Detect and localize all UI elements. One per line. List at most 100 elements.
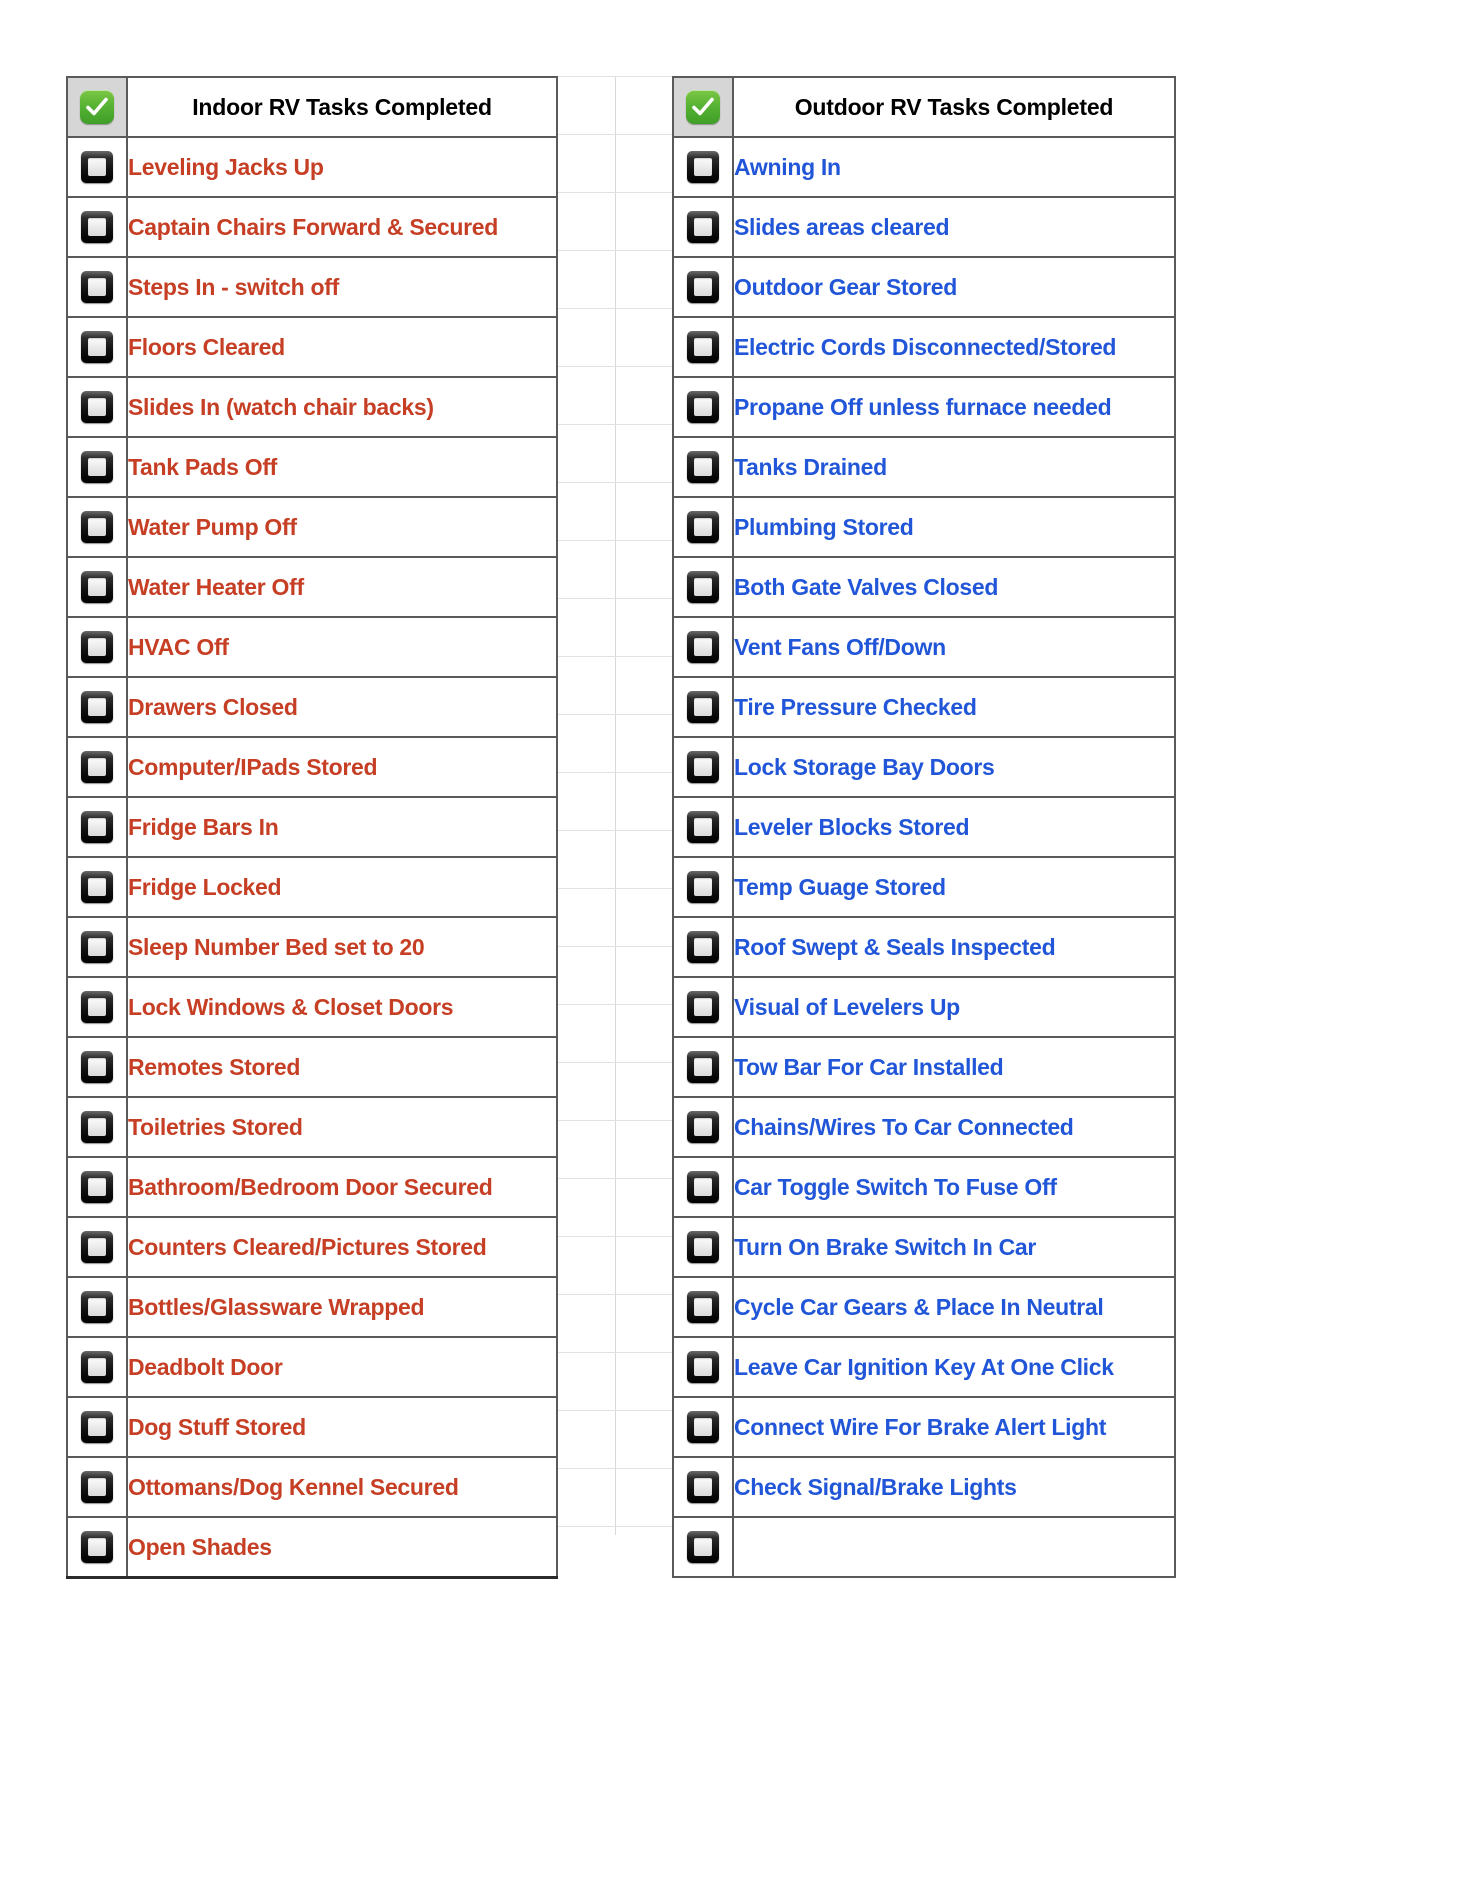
empty-checkbox-icon[interactable] [81, 271, 113, 303]
task-checkbox-cell[interactable] [66, 196, 128, 258]
task-checkbox-cell[interactable] [66, 1396, 128, 1458]
empty-checkbox-icon[interactable] [687, 1291, 719, 1323]
task-checkbox-cell[interactable] [672, 1396, 734, 1458]
task-checkbox-cell[interactable] [66, 496, 128, 558]
empty-checkbox-icon[interactable] [687, 571, 719, 603]
empty-checkbox-icon[interactable] [687, 991, 719, 1023]
task-checkbox-cell[interactable] [66, 1516, 128, 1579]
task-checkbox-cell[interactable] [66, 436, 128, 498]
task-checkbox-cell[interactable] [66, 616, 128, 678]
task-checkbox-cell[interactable] [672, 676, 734, 738]
task-checkbox-cell[interactable] [672, 1036, 734, 1098]
task-checkbox-cell[interactable] [66, 736, 128, 798]
empty-checkbox-icon[interactable] [687, 511, 719, 543]
empty-checkbox-icon[interactable] [81, 451, 113, 483]
task-checkbox-cell[interactable] [672, 1516, 734, 1578]
empty-checkbox-icon[interactable] [81, 1051, 113, 1083]
task-checkbox-cell[interactable] [66, 136, 128, 198]
empty-checkbox-icon[interactable] [81, 391, 113, 423]
task-checkbox-cell[interactable] [672, 136, 734, 198]
empty-checkbox-icon[interactable] [687, 871, 719, 903]
task-checkbox-cell[interactable] [672, 976, 734, 1038]
empty-checkbox-icon[interactable] [687, 1411, 719, 1443]
empty-checkbox-icon[interactable] [81, 1171, 113, 1203]
task-label: Bottles/Glassware Wrapped [128, 1293, 425, 1320]
empty-checkbox-icon[interactable] [81, 871, 113, 903]
empty-checkbox-icon[interactable] [81, 751, 113, 783]
empty-checkbox-icon[interactable] [81, 511, 113, 543]
task-checkbox-cell[interactable] [66, 556, 128, 618]
task-checkbox-cell[interactable] [672, 916, 734, 978]
empty-checkbox-icon[interactable] [81, 1291, 113, 1323]
task-checkbox-cell[interactable] [66, 916, 128, 978]
task-checkbox-cell[interactable] [66, 376, 128, 438]
task-checkbox-cell[interactable] [66, 856, 128, 918]
task-checkbox-cell[interactable] [672, 316, 734, 378]
empty-checkbox-icon[interactable] [687, 691, 719, 723]
empty-checkbox-icon[interactable] [81, 151, 113, 183]
empty-checkbox-icon[interactable] [81, 1111, 113, 1143]
empty-checkbox-icon[interactable] [81, 571, 113, 603]
empty-checkbox-icon[interactable] [81, 1531, 113, 1563]
task-checkbox-cell[interactable] [66, 976, 128, 1038]
empty-checkbox-icon[interactable] [81, 211, 113, 243]
task-checkbox-cell[interactable] [672, 736, 734, 798]
task-checkbox-cell[interactable] [66, 676, 128, 738]
task-checkbox-cell[interactable] [66, 256, 128, 318]
task-checkbox-cell[interactable] [672, 796, 734, 858]
empty-checkbox-icon[interactable] [687, 1171, 719, 1203]
task-checkbox-cell[interactable] [672, 1456, 734, 1518]
task-checkbox-cell[interactable] [66, 796, 128, 858]
task-checkbox-cell[interactable] [66, 1336, 128, 1398]
task-checkbox-cell[interactable] [672, 1216, 734, 1278]
task-checkbox-cell[interactable] [672, 436, 734, 498]
task-checkbox-cell[interactable] [672, 376, 734, 438]
empty-checkbox-icon[interactable] [81, 1411, 113, 1443]
empty-checkbox-icon[interactable] [687, 331, 719, 363]
empty-checkbox-icon[interactable] [81, 1471, 113, 1503]
empty-checkbox-icon[interactable] [687, 271, 719, 303]
indoor-header-check-cell [66, 76, 128, 138]
task-checkbox-cell[interactable] [672, 256, 734, 318]
empty-checkbox-icon[interactable] [81, 931, 113, 963]
task-checkbox-cell[interactable] [672, 1336, 734, 1398]
task-checkbox-cell[interactable] [672, 1276, 734, 1338]
task-checkbox-cell[interactable] [672, 196, 734, 258]
empty-checkbox-icon[interactable] [687, 1471, 719, 1503]
empty-checkbox-icon[interactable] [687, 1111, 719, 1143]
task-checkbox-cell[interactable] [66, 1096, 128, 1158]
task-checkbox-cell[interactable] [672, 1096, 734, 1158]
task-checkbox-cell[interactable] [66, 316, 128, 378]
task-label-cell: Both Gate Valves Closed [732, 556, 1176, 618]
empty-checkbox-icon[interactable] [81, 331, 113, 363]
empty-checkbox-icon[interactable] [687, 451, 719, 483]
empty-checkbox-icon[interactable] [687, 751, 719, 783]
task-checkbox-cell[interactable] [66, 1456, 128, 1518]
task-label-cell: Turn On Brake Switch In Car [732, 1216, 1176, 1278]
task-checkbox-cell[interactable] [66, 1036, 128, 1098]
empty-checkbox-icon[interactable] [687, 1531, 719, 1563]
empty-checkbox-icon[interactable] [81, 631, 113, 663]
empty-checkbox-icon[interactable] [687, 1231, 719, 1263]
task-checkbox-cell[interactable] [66, 1216, 128, 1278]
empty-checkbox-icon[interactable] [687, 631, 719, 663]
empty-checkbox-icon[interactable] [687, 931, 719, 963]
empty-checkbox-icon[interactable] [687, 811, 719, 843]
task-checkbox-cell[interactable] [672, 616, 734, 678]
empty-checkbox-icon[interactable] [81, 991, 113, 1023]
task-checkbox-cell[interactable] [672, 556, 734, 618]
empty-checkbox-icon[interactable] [81, 691, 113, 723]
task-checkbox-cell[interactable] [672, 1156, 734, 1218]
empty-checkbox-icon[interactable] [687, 391, 719, 423]
task-checkbox-cell[interactable] [672, 856, 734, 918]
empty-checkbox-icon[interactable] [687, 211, 719, 243]
task-checkbox-cell[interactable] [66, 1276, 128, 1338]
empty-checkbox-icon[interactable] [687, 1051, 719, 1083]
task-checkbox-cell[interactable] [66, 1156, 128, 1218]
empty-checkbox-icon[interactable] [687, 151, 719, 183]
empty-checkbox-icon[interactable] [81, 1231, 113, 1263]
empty-checkbox-icon[interactable] [687, 1351, 719, 1383]
task-checkbox-cell[interactable] [672, 496, 734, 558]
empty-checkbox-icon[interactable] [81, 811, 113, 843]
empty-checkbox-icon[interactable] [81, 1351, 113, 1383]
